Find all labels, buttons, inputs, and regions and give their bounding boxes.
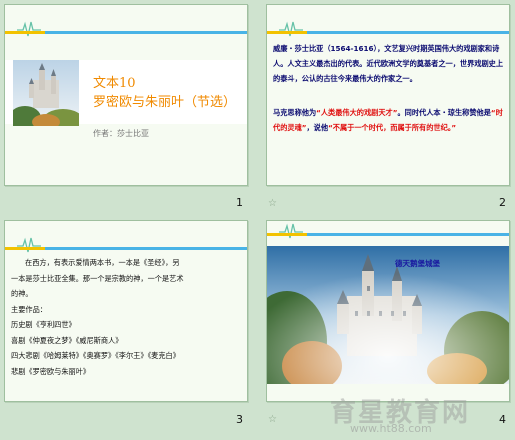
text-line: 喜剧《仲夏夜之梦》《威尼斯商人》: [11, 335, 123, 345]
slide-1[interactable]: 文本10 罗密欧与朱丽叶（节选） 作者：莎士比亚: [4, 4, 248, 186]
text-line: 悲剧《罗密欧与朱丽叶》: [11, 366, 91, 376]
slide-title-line1: 文本10: [93, 76, 136, 91]
slide-number: 3: [236, 413, 243, 426]
praise-text: ，说他: [306, 123, 329, 132]
author-bio-paragraph: 威廉・莎士比亚（1564-1616），文艺复兴时期英国伟大的戏剧家和诗人。人文主…: [273, 44, 504, 83]
pulse-icon: [279, 21, 303, 37]
text-line: 在西方，有表示爱情两本书，一本是《圣经》，另: [25, 258, 180, 267]
praise-paragraph: 马克思称他为“人类最伟大的戏剧天才”。同时代人本・琼生称赞他是“时代的灵魂”，说…: [273, 105, 505, 135]
pulse-icon: [279, 223, 303, 239]
slide-number: 2: [499, 196, 506, 209]
castle-image: [13, 60, 79, 126]
pulse-icon: [17, 21, 41, 37]
star-icon: ☆: [268, 198, 277, 209]
text-line: 的神。: [11, 289, 33, 298]
watermark-url: www.ht88.com: [350, 422, 432, 435]
castle-photo: [267, 246, 509, 384]
text-line: 历史剧《亨利四世》: [11, 320, 76, 329]
text-line: 一本是莎士比亚全集。那一个是宗教的神，一个是艺术: [11, 273, 184, 283]
slide-number: 1: [236, 196, 243, 209]
author-label: 作者：莎士比亚: [93, 129, 149, 138]
header-decoration: [5, 21, 247, 47]
slide-4[interactable]: 德天鹅堡城堡: [266, 220, 510, 402]
slide-title-line2: 罗密欧与朱丽叶（节选）: [93, 95, 237, 110]
slide-3[interactable]: 在西方，有表示爱情两本书，一本是《圣经》，另 一本是莎士比亚全集。那一个是宗教的…: [4, 220, 248, 402]
text-line: 四大悲剧《哈姆莱特》《奥赛罗》《李尔王》《麦克白》: [11, 351, 180, 360]
text-line: 主要作品：: [11, 304, 47, 314]
works-list: 在西方，有表示爱情两本书，一本是《圣经》，另 一本是莎士比亚全集。那一个是宗教的…: [11, 255, 243, 379]
praise-text: 马克思称他为: [273, 108, 317, 117]
slide-number: 4: [499, 413, 506, 426]
star-icon: ☆: [268, 414, 277, 425]
quote-highlight: “不属于一个时代，而属于所有的世纪。”: [328, 123, 457, 132]
praise-text: 。同时代人本・琼生称赞他是: [397, 108, 491, 117]
quote-highlight: “人类最伟大的戏剧天才”: [316, 108, 398, 117]
slide-2[interactable]: 威廉・莎士比亚（1564-1616），文艺复兴时期英国伟大的戏剧家和诗人。人文主…: [266, 4, 510, 186]
pulse-icon: [17, 237, 41, 253]
photo-caption: 德天鹅堡城堡: [395, 259, 440, 268]
